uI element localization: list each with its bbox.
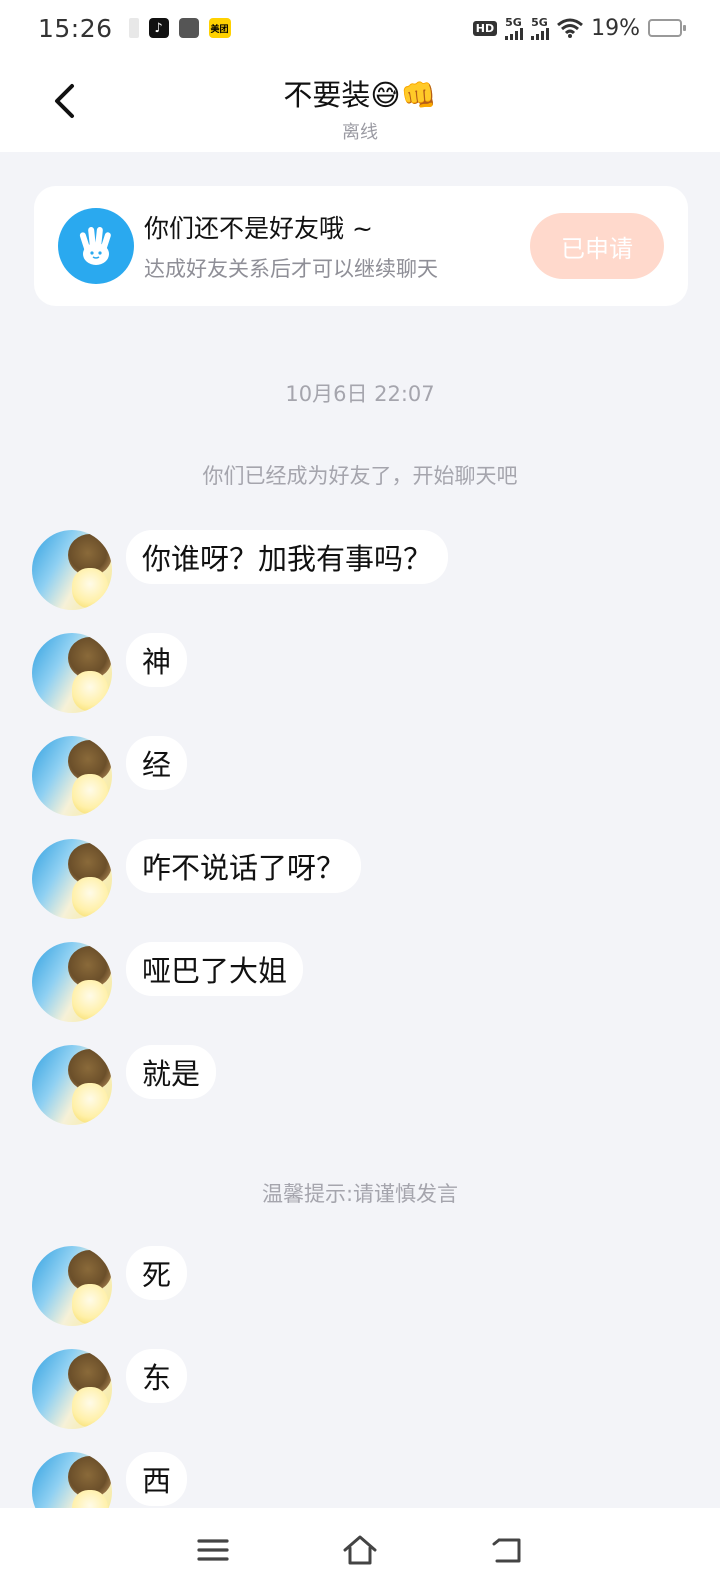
hd-icon: HD (472, 20, 498, 36)
battery-icon (648, 19, 686, 37)
message-bubble[interactable]: 东 (126, 1349, 188, 1403)
status-time: 15:26 (38, 13, 113, 43)
wifi-icon (557, 18, 584, 38)
avatar[interactable] (32, 1349, 112, 1429)
chat-timestamp: 10月6日 22:07 (285, 382, 435, 406)
message-row: 哑巴了大姐 (32, 942, 304, 1022)
message-row: 死 (32, 1246, 188, 1326)
message-bubble[interactable]: 西 (126, 1452, 188, 1506)
avatar[interactable] (32, 736, 112, 816)
back-nav-button[interactable] (485, 1528, 529, 1572)
notification-placeholder (128, 18, 139, 38)
meituan-icon: 美团 (208, 18, 231, 38)
message-bubble[interactable]: 神 (126, 633, 188, 687)
menu-button[interactable] (191, 1528, 235, 1572)
system-nav-bar (0, 1508, 720, 1592)
message-bubble[interactable]: 经 (126, 736, 188, 790)
contact-name: 不要装😅👊 (283, 78, 437, 112)
avatar[interactable] (32, 633, 112, 713)
avatar[interactable] (32, 1246, 112, 1326)
signal-5g-icon-1: 5G (505, 17, 524, 40)
message-bubble[interactable]: 你谁呀？加我有事吗？ (126, 530, 449, 584)
avatar[interactable] (32, 530, 112, 610)
message-bubble[interactable]: 死 (126, 1246, 188, 1300)
friend-card-title: 你们还不是好友哦 ~ (144, 214, 373, 243)
message-bubble[interactable]: 哑巴了大姐 (126, 942, 304, 996)
menu-icon (197, 1539, 229, 1561)
friend-request-card: 你们还不是好友哦 ~ 达成好友关系后才可以继续聊天 已申请 (34, 186, 688, 306)
avatar[interactable] (32, 1045, 112, 1125)
status-right: HD 5G 5G 19% (472, 15, 686, 41)
message-bubble[interactable]: 就是 (126, 1045, 217, 1099)
title-block: 不要装😅👊 离线 (0, 72, 720, 144)
hand-wave-icon (58, 208, 134, 284)
friend-card-subtitle: 达成好友关系后才可以继续聊天 (144, 257, 438, 281)
battery-percent: 19% (591, 15, 640, 41)
message-bubble[interactable]: 咋不说话了呀？ (126, 839, 362, 893)
message-row: 神 (32, 633, 188, 713)
warning-notice: 温馨提示:请谨慎发言 (261, 1182, 459, 1206)
message-row: 经 (32, 736, 188, 816)
message-row: 就是 (32, 1045, 217, 1125)
applied-button[interactable]: 已申请 (530, 213, 664, 279)
avatar[interactable] (32, 839, 112, 919)
signal-5g-icon-2: 5G (531, 17, 550, 40)
app-icon (178, 18, 199, 38)
status-bar: 15:26 ♪ 美团 HD 5G 5G 19% (0, 0, 720, 56)
back-arrow-icon (492, 1538, 521, 1563)
message-row: 咋不说话了呀？ (32, 839, 362, 919)
avatar[interactable] (32, 942, 112, 1022)
message-row: 东 (32, 1349, 188, 1429)
online-status: 离线 (342, 122, 378, 143)
home-icon (343, 1535, 377, 1565)
system-notice: 你们已经成为好友了，开始聊天吧 (202, 464, 518, 488)
friend-card-text: 你们还不是好友哦 ~ 达成好友关系后才可以继续聊天 (144, 209, 530, 283)
message-row: 你谁呀？加我有事吗？ (32, 530, 449, 610)
chat-header: 不要装😅👊 离线 (0, 56, 720, 152)
tiktok-icon: ♪ (148, 18, 169, 38)
home-button[interactable] (338, 1528, 382, 1572)
status-left: 15:26 ♪ 美团 (38, 14, 231, 43)
